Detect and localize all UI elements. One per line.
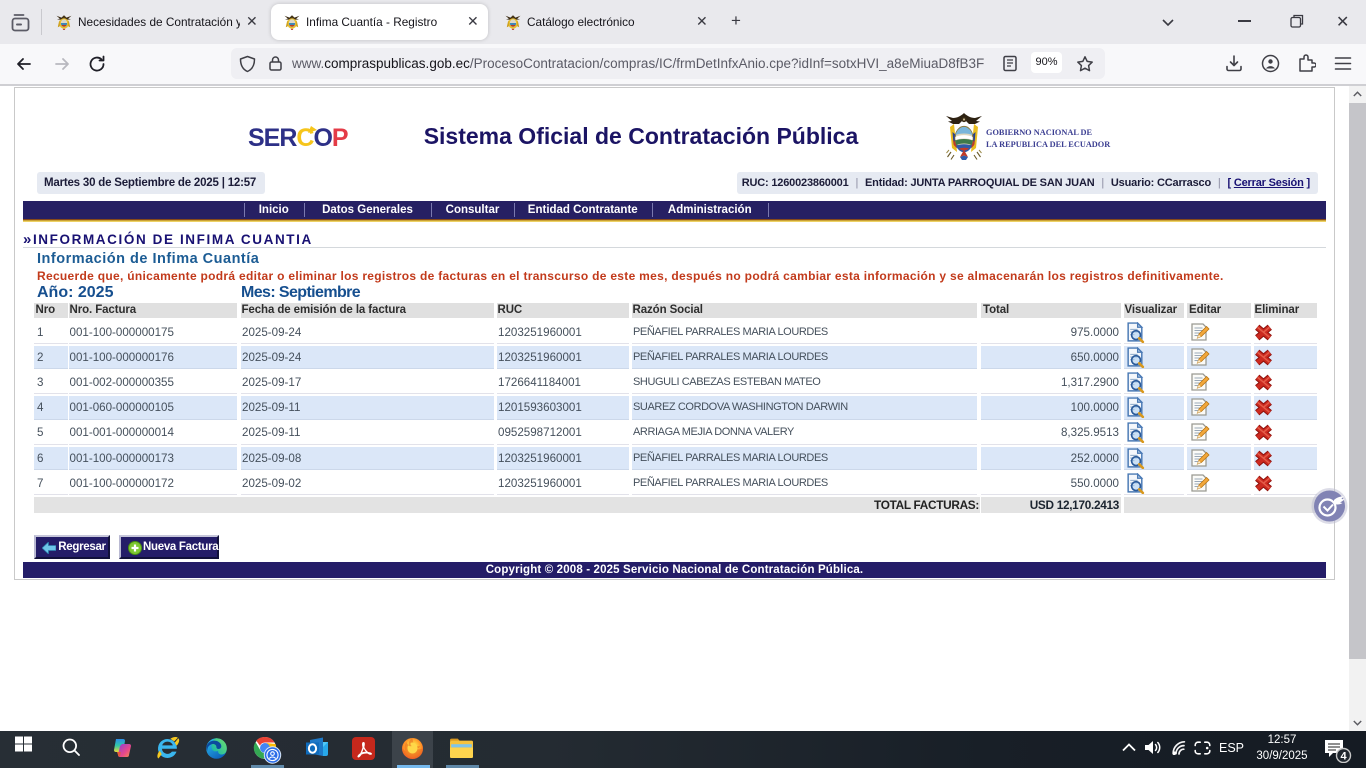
svg-text:4: 4 (1340, 751, 1347, 763)
